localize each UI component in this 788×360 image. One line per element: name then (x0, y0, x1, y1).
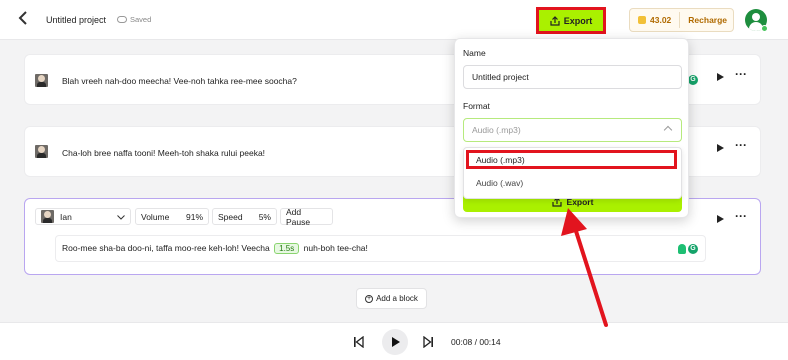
speed-label: Speed (218, 211, 243, 222)
recharge-button[interactable]: Recharge (688, 15, 727, 25)
playback-bar: 00:08 / 00:14 (0, 322, 788, 360)
voice-name: Ian (60, 211, 72, 222)
play-icon[interactable] (717, 73, 724, 81)
export-panel: Name Untitled project Format Audio (.mp3… (454, 38, 689, 218)
grammar-icon[interactable]: G (688, 244, 698, 254)
format-label: Format (463, 101, 490, 111)
credits-widget: 43.02 Recharge (629, 8, 734, 32)
saved-label: Saved (130, 15, 152, 24)
block-text-editor[interactable]: Roo-mee sha-ba doo-ni, taffa moo-ree keh… (55, 235, 706, 262)
play-icon (392, 337, 400, 347)
name-label: Name (463, 48, 486, 58)
lightbulb-icon[interactable] (678, 244, 686, 254)
more-options-icon[interactable]: ··· (735, 209, 747, 223)
pause-tag[interactable]: 1.5s (274, 243, 300, 254)
plus-circle-icon: + (365, 294, 374, 303)
play-icon[interactable] (717, 215, 724, 223)
speed-value: 5% (258, 211, 271, 222)
volume-label: Volume (141, 211, 170, 222)
more-options-icon[interactable]: ··· (735, 67, 747, 81)
voice-avatar (35, 74, 48, 87)
text-segment: nuh-boh tee-cha! (303, 243, 368, 253)
volume-control[interactable]: Volume 91% (135, 208, 209, 225)
play-button[interactable] (382, 329, 408, 355)
skip-back-icon[interactable] (354, 335, 364, 349)
add-block-label: Add a block (376, 294, 418, 303)
block-text[interactable]: Roo-mee sha-ba doo-ni, taffa moo-ree keh… (62, 243, 368, 254)
more-options-icon[interactable]: ··· (735, 138, 747, 152)
top-bar: Untitled project Saved Export 43.02 Rech… (0, 0, 788, 40)
chevron-up-icon (663, 125, 673, 135)
block-text[interactable]: Cha-loh bree naffa tooni! Meeh-toh shaka… (62, 148, 265, 158)
format-select[interactable]: Audio (.mp3) (463, 118, 682, 142)
coin-icon (638, 16, 646, 24)
grammar-icon[interactable]: G (688, 75, 698, 85)
back-arrow-icon[interactable] (18, 11, 34, 29)
upload-icon (550, 15, 560, 26)
text-segment: Roo-mee sha-ba doo-ni, taffa moo-ree keh… (62, 243, 270, 253)
add-pause-button[interactable]: Add Pause (280, 206, 333, 227)
block-text[interactable]: Blah vreeh nah-doo meecha! Vee-noh tahka… (62, 76, 297, 86)
format-dropdown-menu: Audio (.mp3) Audio (.wav) (463, 147, 682, 199)
saved-status: Saved (117, 15, 151, 24)
format-option-wav[interactable]: Audio (.wav) (476, 178, 523, 188)
name-input[interactable]: Untitled project (463, 65, 682, 89)
export-button[interactable]: Export (536, 7, 606, 34)
format-option-mp3[interactable]: Audio (.mp3) (476, 155, 525, 165)
speed-control[interactable]: Speed 5% (212, 208, 277, 225)
play-icon[interactable] (717, 144, 724, 152)
skip-forward-icon[interactable] (423, 335, 433, 349)
online-status-dot (761, 25, 768, 32)
playback-time: 00:08 / 00:14 (451, 337, 501, 347)
project-title[interactable]: Untitled project (46, 15, 106, 25)
voice-avatar (35, 145, 48, 158)
voice-selector[interactable]: Ian (35, 208, 131, 225)
export-button-label: Export (563, 15, 593, 26)
credits-amount: 43.02 (650, 15, 672, 25)
volume-value: 91% (185, 211, 203, 222)
cloud-icon (117, 16, 127, 23)
divider (679, 12, 681, 28)
add-pause-label: Add Pause (286, 206, 311, 227)
format-selected-value: Audio (.mp3) (472, 125, 521, 135)
chevron-down-icon (117, 212, 125, 222)
add-block-button[interactable]: + Add a block (356, 288, 427, 309)
voice-avatar (41, 210, 54, 223)
